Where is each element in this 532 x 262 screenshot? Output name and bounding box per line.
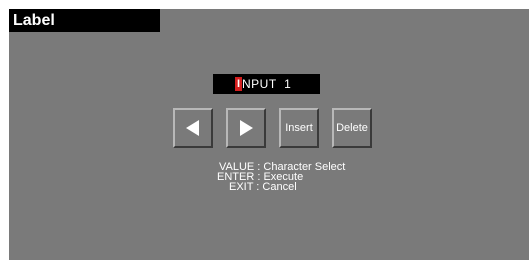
help-exit: EXIT : Cancel <box>229 181 297 193</box>
cursor-character: I <box>235 77 242 91</box>
right-arrow-icon <box>240 120 253 136</box>
label-text: NPUT 1 <box>242 77 292 91</box>
help-text: VALUE : Character Select ENTER : Execute… <box>209 162 345 193</box>
cursor-left-button[interactable] <box>173 108 213 148</box>
delete-button[interactable]: Delete <box>332 108 372 148</box>
page-title: Label <box>13 12 55 29</box>
insert-button[interactable]: Insert <box>279 108 319 148</box>
left-arrow-icon <box>186 120 199 136</box>
delete-button-label: Delete <box>336 122 368 134</box>
insert-button-label: Insert <box>285 122 313 134</box>
label-edit-screen: Label I NPUT 1 Insert Delete VALUE : Cha… <box>9 9 529 260</box>
cursor-right-button[interactable] <box>226 108 266 148</box>
label-name-field[interactable]: I NPUT 1 <box>213 74 320 94</box>
title-bar: Label <box>9 9 160 32</box>
